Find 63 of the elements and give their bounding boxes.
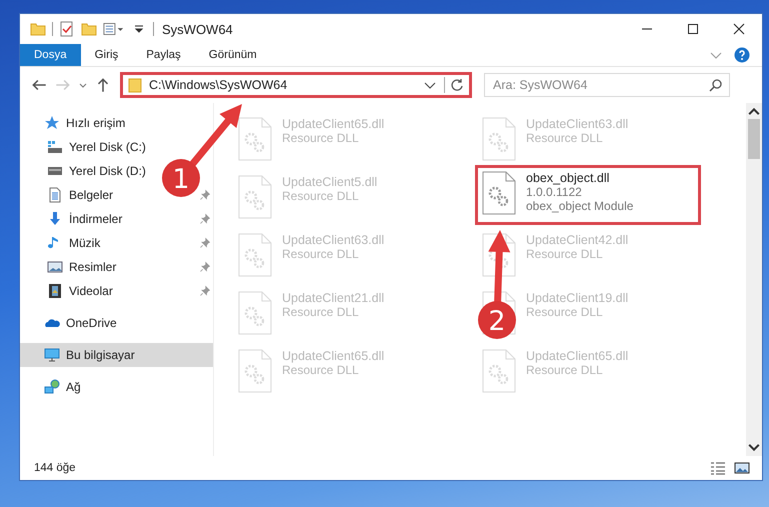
file-description: Resource DLL xyxy=(282,131,360,145)
search-icon[interactable] xyxy=(708,77,724,93)
gears-file-icon xyxy=(482,171,516,215)
file-name[interactable]: obex_object.dll xyxy=(526,171,634,185)
document-icon xyxy=(47,187,63,203)
file-description: Resource DLL xyxy=(282,305,360,319)
pin-icon[interactable] xyxy=(199,237,211,249)
ribbon-tab[interactable]: Paylaş xyxy=(132,44,195,66)
sidebar-item[interactable]: Yerel Disk (C:) xyxy=(69,140,213,154)
item-count: 144 öğe xyxy=(34,462,76,474)
sidebar-item[interactable]: İndirmeler xyxy=(69,212,193,226)
file-description: Resource DLL xyxy=(526,305,604,319)
folder-icon xyxy=(127,77,143,93)
file-description: obex_object Module xyxy=(526,199,634,213)
file-description: Resource DLL xyxy=(526,247,604,261)
pin-icon[interactable] xyxy=(199,213,211,225)
file-description: Resource DLL xyxy=(282,363,360,377)
pin-icon[interactable] xyxy=(199,261,211,273)
address-path: C:\Windows\SysWOW64 xyxy=(149,78,288,92)
sidebar-item[interactable]: Bu bilgisayar xyxy=(66,348,213,362)
scrollbar[interactable] xyxy=(746,103,762,456)
file-description: Resource DLL xyxy=(526,131,604,145)
monitor-icon xyxy=(44,347,60,363)
sidebar-item[interactable]: Müzik xyxy=(69,236,193,250)
gears-file-icon xyxy=(482,349,516,393)
window-title: SysWOW64 xyxy=(161,22,233,36)
ribbon-tab[interactable]: Dosya xyxy=(20,44,81,66)
ribbon-tab[interactable]: Görünüm xyxy=(194,44,271,66)
sidebar-item[interactable]: Hızlı erişim xyxy=(66,116,213,130)
gears-file-icon xyxy=(238,175,272,219)
sidebar-item[interactable]: Ağ xyxy=(66,380,213,394)
large-icons-view-icon[interactable] xyxy=(734,460,750,476)
picture-icon xyxy=(47,259,63,275)
gears-file-icon xyxy=(238,117,272,161)
ribbon-tab[interactable]: Giriş xyxy=(80,44,132,66)
sidebar-item[interactable]: OneDrive xyxy=(66,316,213,330)
file-description: Resource DLL xyxy=(526,363,604,377)
star-icon xyxy=(44,115,60,131)
file-description: Resource DLL xyxy=(282,247,360,261)
step-badge: 2 xyxy=(478,301,516,339)
gears-file-icon xyxy=(238,349,272,393)
file-description: 1.0.0.1122 xyxy=(526,185,583,199)
details-view-icon[interactable] xyxy=(710,460,726,476)
down-arrow-icon xyxy=(47,211,63,227)
sidebar-item[interactable]: Resimler xyxy=(69,260,193,274)
pin-icon[interactable] xyxy=(199,189,211,201)
sidebar-item[interactable]: Videolar xyxy=(69,284,193,298)
scroll-thumb[interactable] xyxy=(748,119,760,159)
file-description: Resource DLL xyxy=(282,189,360,203)
gears-file-icon xyxy=(238,233,272,277)
step-badge: 1 xyxy=(162,159,200,197)
film-icon xyxy=(47,283,63,299)
help-icon[interactable] xyxy=(734,47,750,63)
gears-file-icon xyxy=(482,117,516,161)
refresh-icon[interactable] xyxy=(444,77,465,93)
search-field[interactable]: Ara: SysWOW64 xyxy=(484,73,730,97)
properties-dropdown-icon[interactable] xyxy=(103,21,125,37)
checklist-icon[interactable] xyxy=(59,21,75,37)
network-icon xyxy=(44,379,60,395)
drive-icon xyxy=(47,139,63,155)
address-bar[interactable]: C:\Windows\SysWOW64 xyxy=(120,72,472,98)
pin-icon[interactable] xyxy=(199,285,211,297)
gears-file-icon xyxy=(238,291,272,335)
